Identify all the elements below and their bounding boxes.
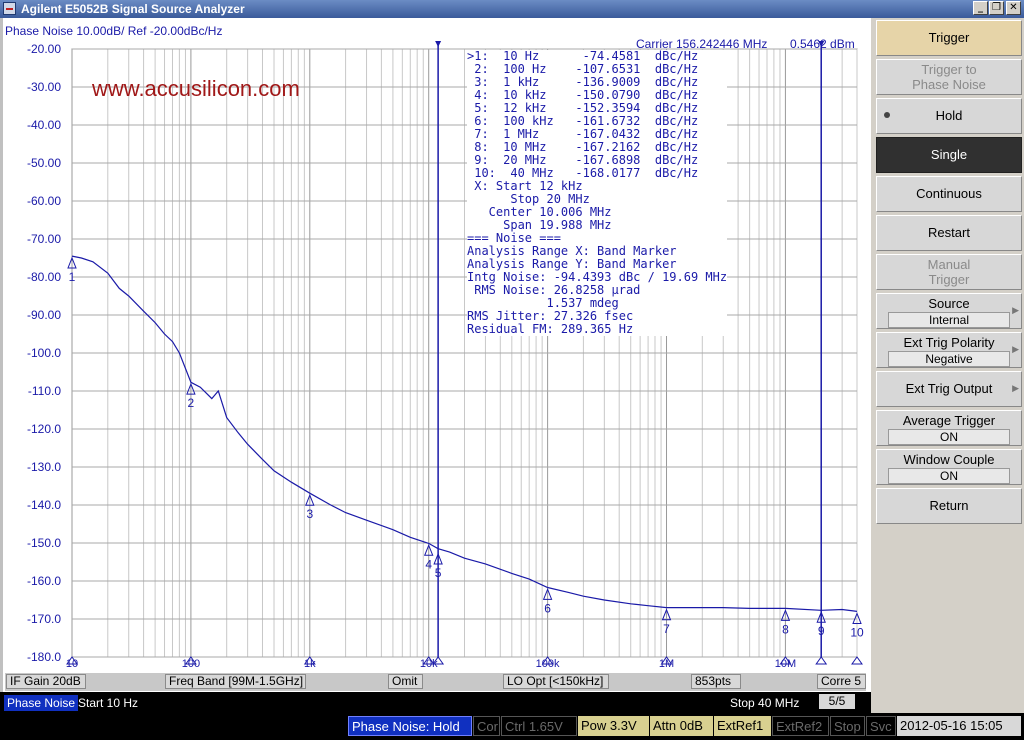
y-tick-label: -60.00 xyxy=(27,194,61,208)
marker-label: 7 xyxy=(663,622,670,636)
points-status[interactable]: 853pts xyxy=(691,674,741,689)
y-tick-label: -30.00 xyxy=(27,80,61,94)
softkey-window-couple[interactable]: Window Couple ON xyxy=(876,449,1022,485)
softkey-polarity-label: Ext Trig Polarity xyxy=(903,335,995,350)
softkey-return[interactable]: Return xyxy=(876,488,1022,524)
softkey-window-couple-label: Window Couple xyxy=(903,452,995,467)
y-tick-label: -20.00 xyxy=(27,42,61,56)
marker-label: 4 xyxy=(425,557,432,571)
svc-indicator: Svc xyxy=(866,716,896,736)
sweep-row: Phase Noise Start 10 Hz Stop 40 MHz 5/5 xyxy=(0,692,871,713)
softkey-single[interactable]: Single xyxy=(876,137,1022,173)
if-gain-status[interactable]: IF Gain 20dB xyxy=(6,674,86,689)
softkey-restart-label: Restart xyxy=(928,225,970,240)
y-tick-label: -110.0 xyxy=(28,384,61,398)
softkey-average-trigger-value: ON xyxy=(888,429,1010,445)
axis-marker-icon xyxy=(815,656,828,665)
marker-table-line: Residual FM: 289.365 Hz xyxy=(467,322,634,336)
status-row: IF Gain 20dB Freq Band [99M-1.5GHz] Omit… xyxy=(5,673,866,691)
softkey-average-trigger[interactable]: Average Trigger ON xyxy=(876,410,1022,446)
softkey-source[interactable]: Source Internal ▶ xyxy=(876,293,1022,329)
stop-frequency[interactable]: Stop 40 MHz xyxy=(730,696,799,710)
y-tick-label: -140.0 xyxy=(27,498,61,512)
ctrl-voltage-indicator: Ctrl 1.65V xyxy=(501,716,577,736)
softkey-hold-label: Hold xyxy=(935,108,963,123)
marker-label: 10 xyxy=(850,625,864,639)
y-tick-label: -160.0 xyxy=(27,574,61,588)
marker-label: 8 xyxy=(782,622,789,636)
extref1-indicator: ExtRef1 xyxy=(714,716,771,736)
y-tick-label: -40.00 xyxy=(27,118,61,132)
marker-label: 1 xyxy=(69,270,76,284)
softkey-menu-title: Trigger xyxy=(876,20,1022,56)
softkey-average-trigger-label: Average Trigger xyxy=(902,413,996,428)
softkey-ext-trig-polarity[interactable]: Ext Trig Polarity Negative ▶ xyxy=(876,332,1022,368)
watermark: www.accusilicon.com xyxy=(92,76,300,101)
measurement-mode-label[interactable]: Phase Noise xyxy=(4,695,79,711)
softkey-single-label: Single xyxy=(930,147,968,162)
softkey-hold[interactable]: Hold xyxy=(876,98,1022,134)
softkey-trigger-to-phase-noise[interactable]: Trigger to Phase Noise xyxy=(876,59,1022,95)
y-tick-label: -120.0 xyxy=(27,422,61,436)
datetime-display: 2012-05-16 15:05 xyxy=(897,716,1021,736)
correction-status[interactable]: Corre 5 xyxy=(817,674,866,689)
submenu-arrow-icon: ▶ xyxy=(1012,306,1019,316)
restore-button[interactable]: ❐ xyxy=(989,1,1004,15)
softkey-continuous-label: Continuous xyxy=(916,186,982,201)
start-frequency[interactable]: Start 10 Hz xyxy=(78,696,138,710)
submenu-arrow-icon: ▶ xyxy=(1012,384,1019,394)
y-tick-label: -170.0 xyxy=(27,612,61,626)
band-marker-head-icon xyxy=(435,41,442,47)
y-tick-label: -180.0 xyxy=(27,650,61,664)
marker-table: >1: 10 Hz -74.4581 dBc/Hz 2: 100 Hz -107… xyxy=(467,50,728,336)
softkey-title-label: Trigger xyxy=(928,30,970,45)
y-tick-label: -80.00 xyxy=(27,270,61,284)
marker-label: 9 xyxy=(818,624,825,638)
instrument-status-bar: Phase Noise: Hold Cor Ctrl 1.65V Pow 3.3… xyxy=(0,713,1024,740)
close-button[interactable]: ✕ xyxy=(1006,1,1021,15)
softkey-manual-trigger[interactable]: Manual Trigger xyxy=(876,254,1022,290)
carrier-level: 0.5462 dBm xyxy=(790,37,855,51)
softkey-ext-trig-output[interactable]: Ext Trig Output ▶ xyxy=(876,371,1022,407)
softkey-window-couple-value: ON xyxy=(888,468,1010,484)
chart-header: Phase Noise 10.00dB/ Ref -20.00dBc/Hz xyxy=(5,24,223,38)
softkey-polarity-value: Negative xyxy=(888,351,1010,367)
minimize-button[interactable]: _ xyxy=(973,1,988,15)
power-voltage-indicator: Pow 3.3V xyxy=(578,716,649,736)
page-indicator: 5/5 xyxy=(819,694,855,709)
omit-status[interactable]: Omit xyxy=(388,674,423,689)
stop-indicator: Stop xyxy=(830,716,865,736)
marker-label: 6 xyxy=(544,601,551,615)
extref2-indicator: ExtRef2 xyxy=(772,716,829,736)
radio-dot-icon xyxy=(884,112,890,118)
marker-label: 5 xyxy=(435,566,442,580)
submenu-arrow-icon: ▶ xyxy=(1012,345,1019,355)
softkey-restart[interactable]: Restart xyxy=(876,215,1022,251)
attenuation-indicator: Attn 0dB xyxy=(650,716,713,736)
y-tick-label: -100.0 xyxy=(27,346,61,360)
softkey-source-label: Source xyxy=(928,296,970,311)
softkey-manual-trigger-label: Manual Trigger xyxy=(927,257,971,287)
softkey-trigger-to-phase-noise-label: Trigger to Phase Noise xyxy=(912,62,986,92)
lo-opt-status[interactable]: LO Opt [<150kHz] xyxy=(503,674,609,689)
freq-band-status[interactable]: Freq Band [99M-1.5GHz] xyxy=(165,674,306,689)
cor-indicator: Cor xyxy=(473,716,500,736)
marker-label: 3 xyxy=(306,507,313,521)
marker-label: 2 xyxy=(188,396,195,410)
y-tick-label: -150.0 xyxy=(27,536,61,550)
y-tick-label: -70.00 xyxy=(27,232,61,246)
softkey-source-value: Internal xyxy=(888,312,1010,328)
y-tick-label: -50.00 xyxy=(27,156,61,170)
softkey-ext-trig-output-label: Ext Trig Output xyxy=(905,381,993,396)
y-tick-label: -130.0 xyxy=(27,460,61,474)
measurement-status: Phase Noise: Hold xyxy=(348,716,472,736)
y-tick-label: -90.00 xyxy=(27,308,61,322)
softkey-continuous[interactable]: Continuous xyxy=(876,176,1022,212)
axis-marker-icon xyxy=(851,656,863,665)
softkey-panel: Trigger Trigger to Phase Noise Hold Sing… xyxy=(871,18,1024,713)
softkey-return-label: Return xyxy=(929,498,969,513)
phase-noise-chart: -20.00 -30.00 -40.00 -50.00 -60.00 -70.00 -80.… xyxy=(27,41,864,670)
